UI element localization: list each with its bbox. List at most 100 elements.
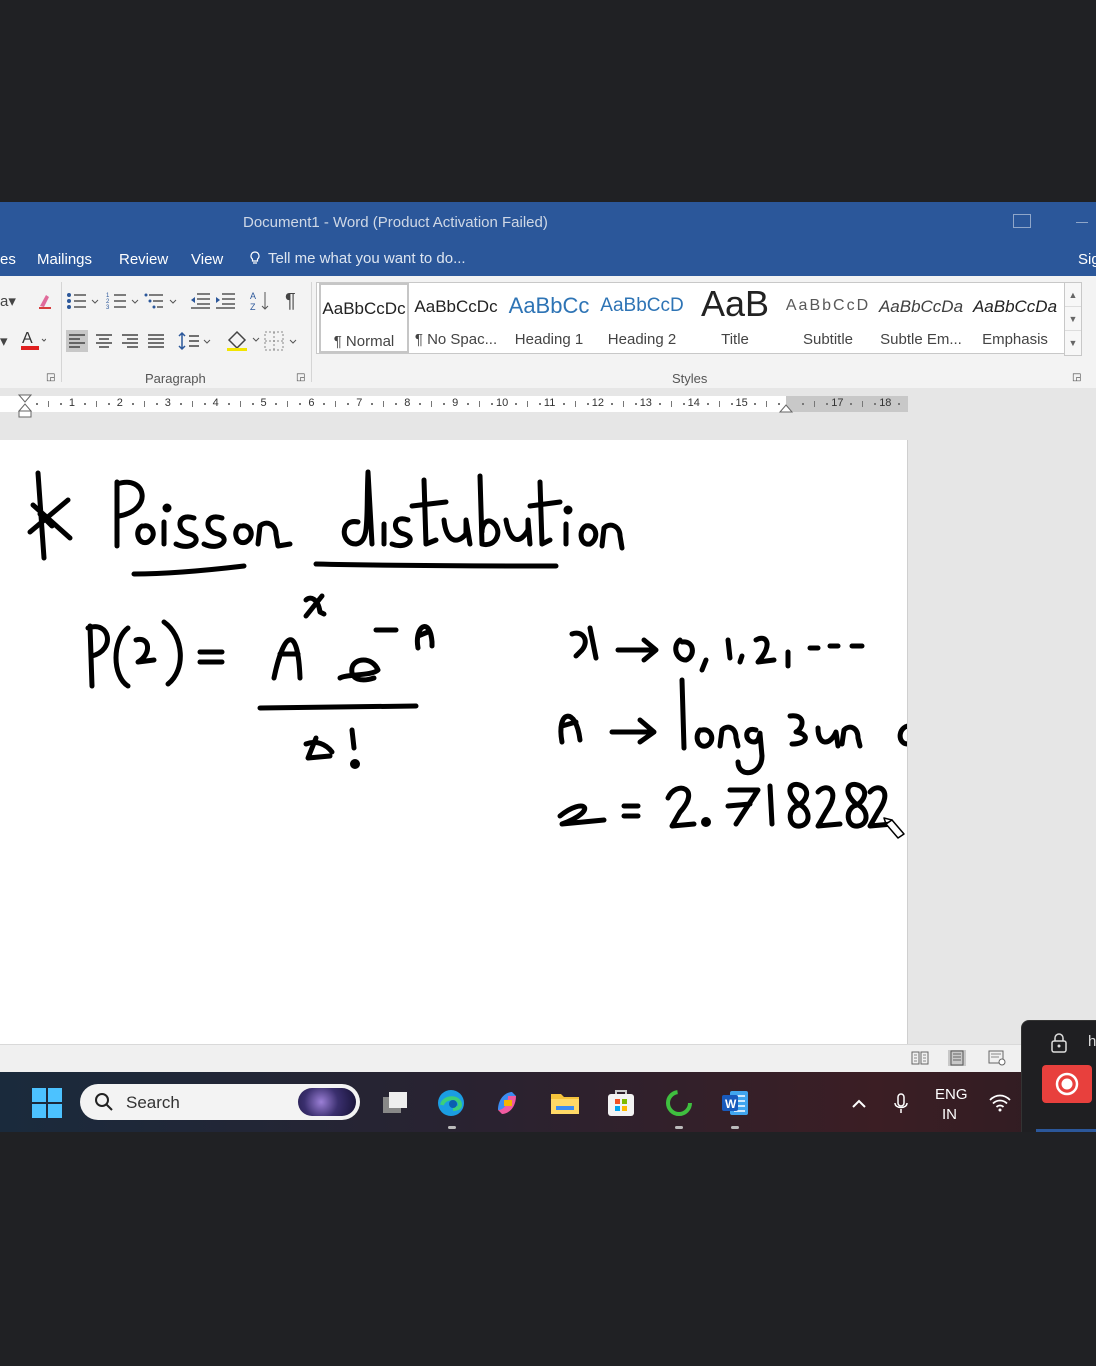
- taskbar: Search W ENG IN: [0, 1072, 1096, 1132]
- font-case-icon[interactable]: a▾: [0, 292, 16, 310]
- numbering-icon[interactable]: 123: [106, 292, 140, 310]
- ruler-tick: [778, 403, 781, 405]
- lock-icon[interactable]: [1050, 1033, 1068, 1053]
- print-layout-icon[interactable]: [948, 1050, 966, 1066]
- taskbar-search[interactable]: Search: [80, 1084, 360, 1120]
- document-page[interactable]: [0, 440, 908, 1044]
- ruler-tick: [682, 403, 685, 405]
- justify-icon[interactable]: [145, 330, 167, 352]
- tab-review[interactable]: Review: [119, 251, 168, 268]
- ruler-tick: [335, 401, 337, 407]
- show-formatting-marks-icon[interactable]: ¶: [285, 290, 296, 313]
- wifi-icon[interactable]: [988, 1094, 1012, 1112]
- ruler-tick: [826, 403, 829, 405]
- ruler-number: 1: [68, 397, 76, 409]
- ribbon-display-options-icon[interactable]: [1013, 214, 1031, 228]
- windows-start-icon[interactable]: [32, 1088, 62, 1118]
- ruler-tick: [491, 403, 494, 405]
- edge-running-indicator: [448, 1126, 456, 1129]
- ruler-tick: [131, 403, 134, 405]
- tab-mailings[interactable]: Mailings: [37, 251, 92, 268]
- ruler-number: 10: [496, 397, 509, 409]
- styles-gallery: AaBbCcDc ¶ Normal AaBbCcDc ¶ No Spac... …: [316, 282, 1066, 354]
- microsoft-store-icon[interactable]: [606, 1088, 636, 1118]
- decrease-indent-icon[interactable]: [189, 292, 211, 310]
- clear-formatting-icon[interactable]: [36, 292, 54, 310]
- handwriting-ink: [27, 469, 907, 839]
- style-preview: AaBbCcDc: [322, 299, 406, 318]
- style-no-spacing[interactable]: AaBbCcDc ¶ No Spac...: [411, 283, 501, 353]
- widget-bar: [1036, 1129, 1096, 1132]
- styles-scroll-up-icon[interactable]: ▲: [1065, 283, 1081, 307]
- line-spacing-icon[interactable]: [178, 330, 212, 352]
- right-indent-marker-icon[interactable]: [779, 403, 793, 413]
- edge-icon[interactable]: [436, 1088, 466, 1118]
- increase-indent-icon[interactable]: [214, 292, 236, 310]
- style-title[interactable]: AaB Title: [690, 283, 780, 353]
- style-emphasis[interactable]: AaBbCcDa Emphasis: [969, 283, 1061, 353]
- loading-app-icon[interactable]: [664, 1088, 694, 1118]
- align-left-icon[interactable]: [66, 330, 88, 352]
- region-indicator[interactable]: IN: [942, 1106, 957, 1123]
- microphone-icon[interactable]: [892, 1092, 910, 1116]
- ruler-tick: [239, 401, 241, 407]
- word-icon[interactable]: W: [720, 1088, 750, 1118]
- style-subtle-emphasis[interactable]: AaBbCcDa Subtle Em...: [876, 283, 966, 353]
- bullets-icon[interactable]: [66, 292, 100, 310]
- paragraph-dialog-launcher-icon[interactable]: ◲: [296, 372, 305, 383]
- group-separator: [61, 282, 62, 382]
- ruler-number: 2: [116, 397, 123, 409]
- minimize-button[interactable]: [1076, 222, 1088, 223]
- show-hidden-icons-chevron-icon[interactable]: [850, 1096, 868, 1110]
- lightbulb-icon: [250, 251, 260, 264]
- tell-me-search[interactable]: Tell me what you want to do...: [248, 250, 466, 267]
- ruler-tick: [766, 401, 768, 407]
- ruler-tick: [419, 403, 422, 405]
- sign-in-link[interactable]: Sig: [1078, 251, 1096, 268]
- align-right-icon[interactable]: [119, 330, 141, 352]
- horizontal-ruler[interactable]: 1 2 3 4 5 6 7 8 9 10 11 12 13 14 15 17 18: [0, 394, 908, 418]
- multilevel-list-icon[interactable]: [144, 292, 178, 310]
- highlight-dropdown-icon[interactable]: ▾: [0, 332, 8, 350]
- ink-formula: [85, 593, 435, 769]
- styles-scroll-down-icon[interactable]: ▼: [1065, 307, 1081, 331]
- styles-more-icon[interactable]: ▼: [1065, 331, 1081, 355]
- ruler-tick: [526, 401, 528, 407]
- word-window: Document1 - Word (Product Activation Fai…: [0, 202, 1096, 1132]
- ruler-tick: [347, 403, 350, 405]
- ruler-number: 7: [356, 397, 363, 409]
- style-name: Subtitle: [802, 331, 854, 348]
- tab-view[interactable]: View: [191, 251, 223, 268]
- font-color-icon[interactable]: A: [20, 328, 46, 352]
- style-heading-2[interactable]: AaBbCcD Heading 2: [597, 283, 687, 353]
- tell-me-text: Tell me what you want to do...: [268, 250, 466, 267]
- copilot-icon[interactable]: [492, 1088, 522, 1118]
- ruler-tick: [191, 401, 193, 407]
- style-normal[interactable]: AaBbCcDc ¶ Normal: [319, 283, 409, 353]
- file-explorer-icon[interactable]: [550, 1088, 580, 1118]
- ruler-tick: [227, 403, 230, 405]
- ruler-tick: [670, 401, 672, 407]
- indent-marker-icon[interactable]: [18, 394, 32, 418]
- ink-heading: [27, 469, 625, 577]
- font-dialog-launcher-icon[interactable]: ◲: [46, 372, 55, 383]
- svg-text:A: A: [250, 291, 256, 301]
- style-heading-1[interactable]: AaBbCc Heading 1: [504, 283, 594, 353]
- ruler-tick: [443, 403, 446, 405]
- style-subtitle[interactable]: AaBbCcD Subtitle: [783, 283, 873, 353]
- record-button[interactable]: [1042, 1065, 1092, 1103]
- borders-icon[interactable]: [263, 330, 299, 352]
- ruler-number: 5: [260, 397, 267, 409]
- ruler-tick: [814, 401, 816, 407]
- shading-icon[interactable]: [225, 328, 261, 352]
- styles-dialog-launcher-icon[interactable]: ◲: [1072, 372, 1081, 383]
- svg-text:W: W: [725, 1097, 737, 1111]
- task-view-icon[interactable]: [380, 1088, 410, 1118]
- align-center-icon[interactable]: [93, 330, 115, 352]
- web-layout-icon[interactable]: [988, 1050, 1006, 1066]
- read-mode-icon[interactable]: [911, 1050, 929, 1066]
- ruler-tick: [395, 403, 398, 405]
- tab-references-partial[interactable]: es: [0, 251, 16, 268]
- language-indicator[interactable]: ENG: [935, 1086, 968, 1103]
- sort-icon[interactable]: AZ: [250, 290, 270, 312]
